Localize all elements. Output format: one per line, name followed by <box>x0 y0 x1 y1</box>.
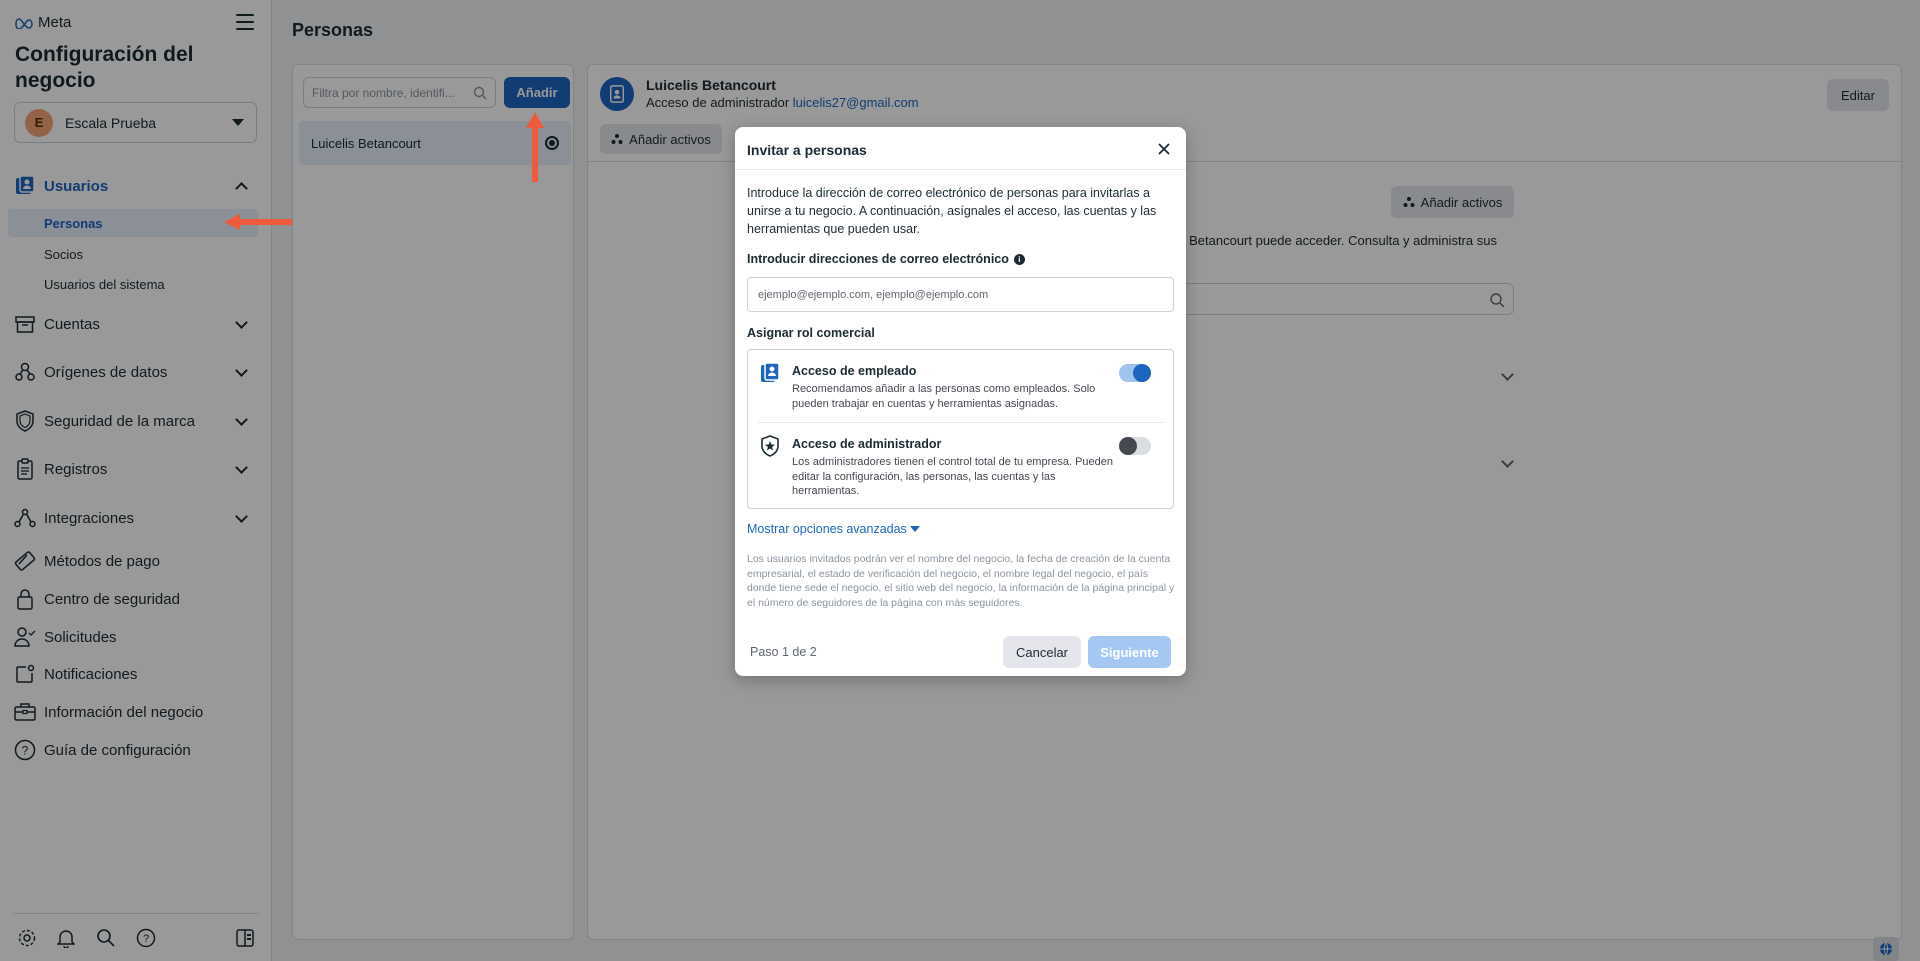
advanced-options-label: Mostrar opciones avanzadas <box>747 522 907 536</box>
role-divider <box>758 422 1163 423</box>
modal-disclaimer: Los usuarios invitados podrán ver el nom… <box>747 553 1175 609</box>
email-field[interactable]: ejemplo@ejemplo.com, ejemplo@ejemplo.com <box>747 277 1174 312</box>
admin-access-toggle[interactable] <box>1119 437 1151 455</box>
email-placeholder: ejemplo@ejemplo.com, ejemplo@ejemplo.com <box>758 288 989 301</box>
close-icon[interactable] <box>1156 141 1172 157</box>
employee-badge-icon <box>761 362 780 382</box>
role-description: Los administradores tienen el control to… <box>792 456 1114 497</box>
annotation-arrow-up-icon <box>526 112 544 182</box>
role-name: Acceso de administrador <box>792 437 942 451</box>
advanced-options-link[interactable]: Mostrar opciones avanzadas <box>747 522 920 536</box>
role-description: Recomendamos añadir a las personas como … <box>792 383 1096 410</box>
employee-access-toggle[interactable] <box>1119 364 1151 382</box>
info-icon[interactable]: i <box>1013 253 1025 265</box>
role-section-label: Asignar rol comercial <box>747 326 875 340</box>
annotation-arrow-left-icon <box>224 214 292 230</box>
modal-title: Invitar a personas <box>747 142 867 158</box>
email-label-text: Introducir direcciones de correo electró… <box>747 252 1009 266</box>
invite-people-modal: Invitar a personas Introduce la direcció… <box>735 127 1186 676</box>
email-field-label: Introducir direcciones de correo electró… <box>747 252 1025 266</box>
next-button[interactable]: Siguiente <box>1088 636 1171 668</box>
modal-divider <box>735 169 1186 170</box>
cancel-button[interactable]: Cancelar <box>1003 636 1081 668</box>
role-name: Acceso de empleado <box>792 364 917 378</box>
step-indicator: Paso 1 de 2 <box>750 645 817 659</box>
role-options: Acceso de empleado Recomendamos añadir a… <box>747 349 1174 509</box>
modal-intro: Introduce la dirección de correo electró… <box>747 186 1157 236</box>
admin-shield-icon <box>761 435 779 457</box>
caret-down-icon <box>909 526 920 532</box>
